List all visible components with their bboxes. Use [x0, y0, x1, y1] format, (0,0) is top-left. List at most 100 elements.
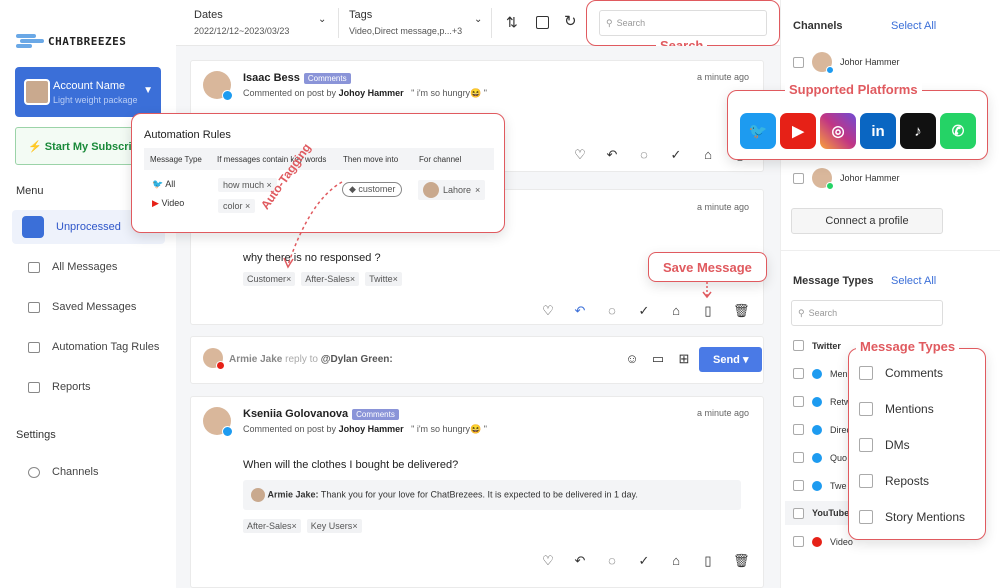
type-option-dms[interactable]: DMs: [859, 438, 910, 452]
checkbox[interactable]: [859, 510, 873, 524]
trash-icon[interactable]: 🗑: [733, 553, 750, 569]
sort-icon[interactable]: ⇅: [506, 14, 518, 31]
select-all-channels-link[interactable]: Select All: [891, 20, 936, 32]
checkbox[interactable]: [793, 480, 804, 491]
target-tag-chip[interactable]: ◆ customer: [342, 182, 403, 197]
emoji-icon[interactable]: ☺: [625, 351, 639, 367]
channel-profile[interactable]: Johor Hammer: [793, 168, 900, 190]
twitter-icon: 🐦: [740, 113, 776, 149]
trash-icon[interactable]: 🗑: [733, 303, 750, 319]
like-icon[interactable]: ♡: [541, 553, 555, 569]
channel-profile[interactable]: Johor Hammer: [793, 52, 900, 74]
account-switcher[interactable]: Account Name Light weight package ▼: [15, 67, 161, 117]
search-input[interactable]: ⚲ Search: [599, 10, 767, 36]
save-message-callout: Save Message: [648, 252, 767, 282]
reply-icon[interactable]: ↶: [573, 553, 587, 569]
messenger-icon[interactable]: ◌: [605, 303, 619, 319]
send-button[interactable]: Send ▾: [699, 347, 763, 372]
dates-filter[interactable]: Dates 2022/12/12~2023/03/23: [194, 9, 289, 36]
sidebar-item-automation-tag-rules[interactable]: Automation Tag Rules: [12, 330, 165, 364]
checkbox[interactable]: [793, 340, 804, 351]
twitter-icon: [222, 90, 233, 101]
checkbox[interactable]: [859, 474, 873, 488]
messenger-icon[interactable]: ◌: [637, 147, 651, 163]
rule-type-all: 🐦 All: [152, 179, 176, 189]
sidebar-item-channels[interactable]: Channels: [12, 455, 165, 489]
messenger-icon[interactable]: ◌: [605, 553, 619, 569]
checkbox[interactable]: [793, 172, 804, 184]
checkbox[interactable]: [859, 402, 873, 416]
type-badge: Comments: [352, 409, 399, 420]
connect-profile-button[interactable]: Connect a profile: [791, 208, 943, 234]
type-item[interactable]: Retw: [793, 396, 851, 407]
checkbox[interactable]: [793, 507, 804, 519]
search-icon: ⚲: [798, 307, 805, 318]
tag-chip[interactable]: After-Sales×: [243, 519, 301, 533]
avatar: [203, 407, 233, 437]
checkbox[interactable]: [793, 536, 804, 547]
checkbox[interactable]: [793, 368, 804, 379]
account-package: Light weight package: [53, 95, 138, 105]
twitter-icon: [826, 66, 834, 74]
avatar: [203, 71, 233, 101]
reply-icon[interactable]: ↶: [605, 147, 619, 163]
type-item[interactable]: Men: [793, 368, 848, 379]
check-icon[interactable]: ✓: [637, 553, 651, 569]
composer-tools: ☺ ▭ ⊞: [625, 351, 691, 367]
type-search-input[interactable]: ⚲ Search: [791, 300, 943, 326]
tag-icon[interactable]: ⌂: [669, 553, 683, 569]
tag-icon[interactable]: ⌂: [669, 303, 683, 319]
type-badge: Comments: [303, 73, 351, 84]
type-option-comments[interactable]: Comments: [859, 366, 943, 380]
chevron-down-icon[interactable]: ⌄: [474, 14, 482, 25]
instagram-icon: ◎: [820, 113, 856, 149]
checkbox[interactable]: [793, 56, 804, 68]
sidebar-item-saved-messages[interactable]: Saved Messages: [12, 290, 165, 324]
account-name: Account Name: [53, 80, 126, 92]
reply-preview: Armie Jake: Thank you for your love for …: [243, 480, 741, 510]
like-icon[interactable]: ♡: [541, 303, 555, 319]
tags-filter[interactable]: Tags Video,Direct message,p...+3: [349, 9, 462, 36]
type-option-story-mentions[interactable]: Story Mentions: [859, 510, 965, 524]
like-icon[interactable]: ♡: [573, 147, 587, 163]
type-item[interactable]: Quo: [793, 452, 847, 463]
check-icon[interactable]: ✓: [637, 303, 651, 319]
message-types-callout: Comments Mentions DMs Reposts Story Ment…: [848, 348, 986, 540]
select-all-checkbox[interactable]: [536, 16, 549, 29]
save-icon[interactable]: ▯: [701, 303, 715, 319]
tag-chip[interactable]: Key Users×: [306, 519, 362, 533]
checkbox[interactable]: [859, 438, 873, 452]
template-icon[interactable]: ▭: [651, 351, 665, 367]
whatsapp-icon: [826, 182, 834, 190]
sidebar-item-reports[interactable]: Reports: [12, 370, 165, 404]
checkbox[interactable]: [793, 424, 804, 435]
sidebar-item-all-messages[interactable]: All Messages: [12, 250, 165, 284]
tag-chip[interactable]: Twitte×: [365, 272, 402, 286]
checkbox[interactable]: [793, 396, 804, 407]
refresh-icon[interactable]: ↻: [564, 12, 577, 30]
tag-chip[interactable]: Customer×: [243, 272, 296, 286]
select-all-types-link[interactable]: Select All: [891, 275, 936, 287]
check-icon[interactable]: ✓: [669, 147, 683, 163]
type-item[interactable]: Twe: [793, 480, 847, 491]
checkbox[interactable]: [793, 452, 804, 463]
checkbox[interactable]: [859, 366, 873, 380]
type-option-reposts[interactable]: Reposts: [859, 474, 929, 488]
type-item[interactable]: Video: [793, 536, 853, 547]
save-icon[interactable]: ▯: [701, 553, 715, 569]
chevron-down-icon: ▼: [143, 85, 153, 96]
sidebar-item-label: Reports: [52, 381, 91, 393]
channel-chip[interactable]: Lahore ×: [418, 180, 486, 200]
type-item[interactable]: Direc: [793, 424, 851, 435]
tag-chip[interactable]: After-Sales×: [301, 272, 360, 286]
reply-icon[interactable]: ↶: [573, 303, 587, 319]
type-group-twitter[interactable]: Twitter: [793, 340, 841, 351]
chevron-down-icon[interactable]: ⌄: [318, 14, 326, 25]
author-name: Kseniia Golovanova: [243, 408, 349, 420]
message-actions: ♡ ↶ ◌ ✓ ⌂ ▯ 🗑: [541, 303, 750, 319]
search-placeholder: Search: [616, 18, 646, 28]
type-option-mentions[interactable]: Mentions: [859, 402, 934, 416]
tag-icon[interactable]: ⌂: [701, 147, 715, 163]
message-actions: ♡ ↶ ◌ ✓ ⌂ ▯ 🗑: [541, 553, 750, 569]
attach-icon[interactable]: ⊞: [677, 351, 691, 367]
